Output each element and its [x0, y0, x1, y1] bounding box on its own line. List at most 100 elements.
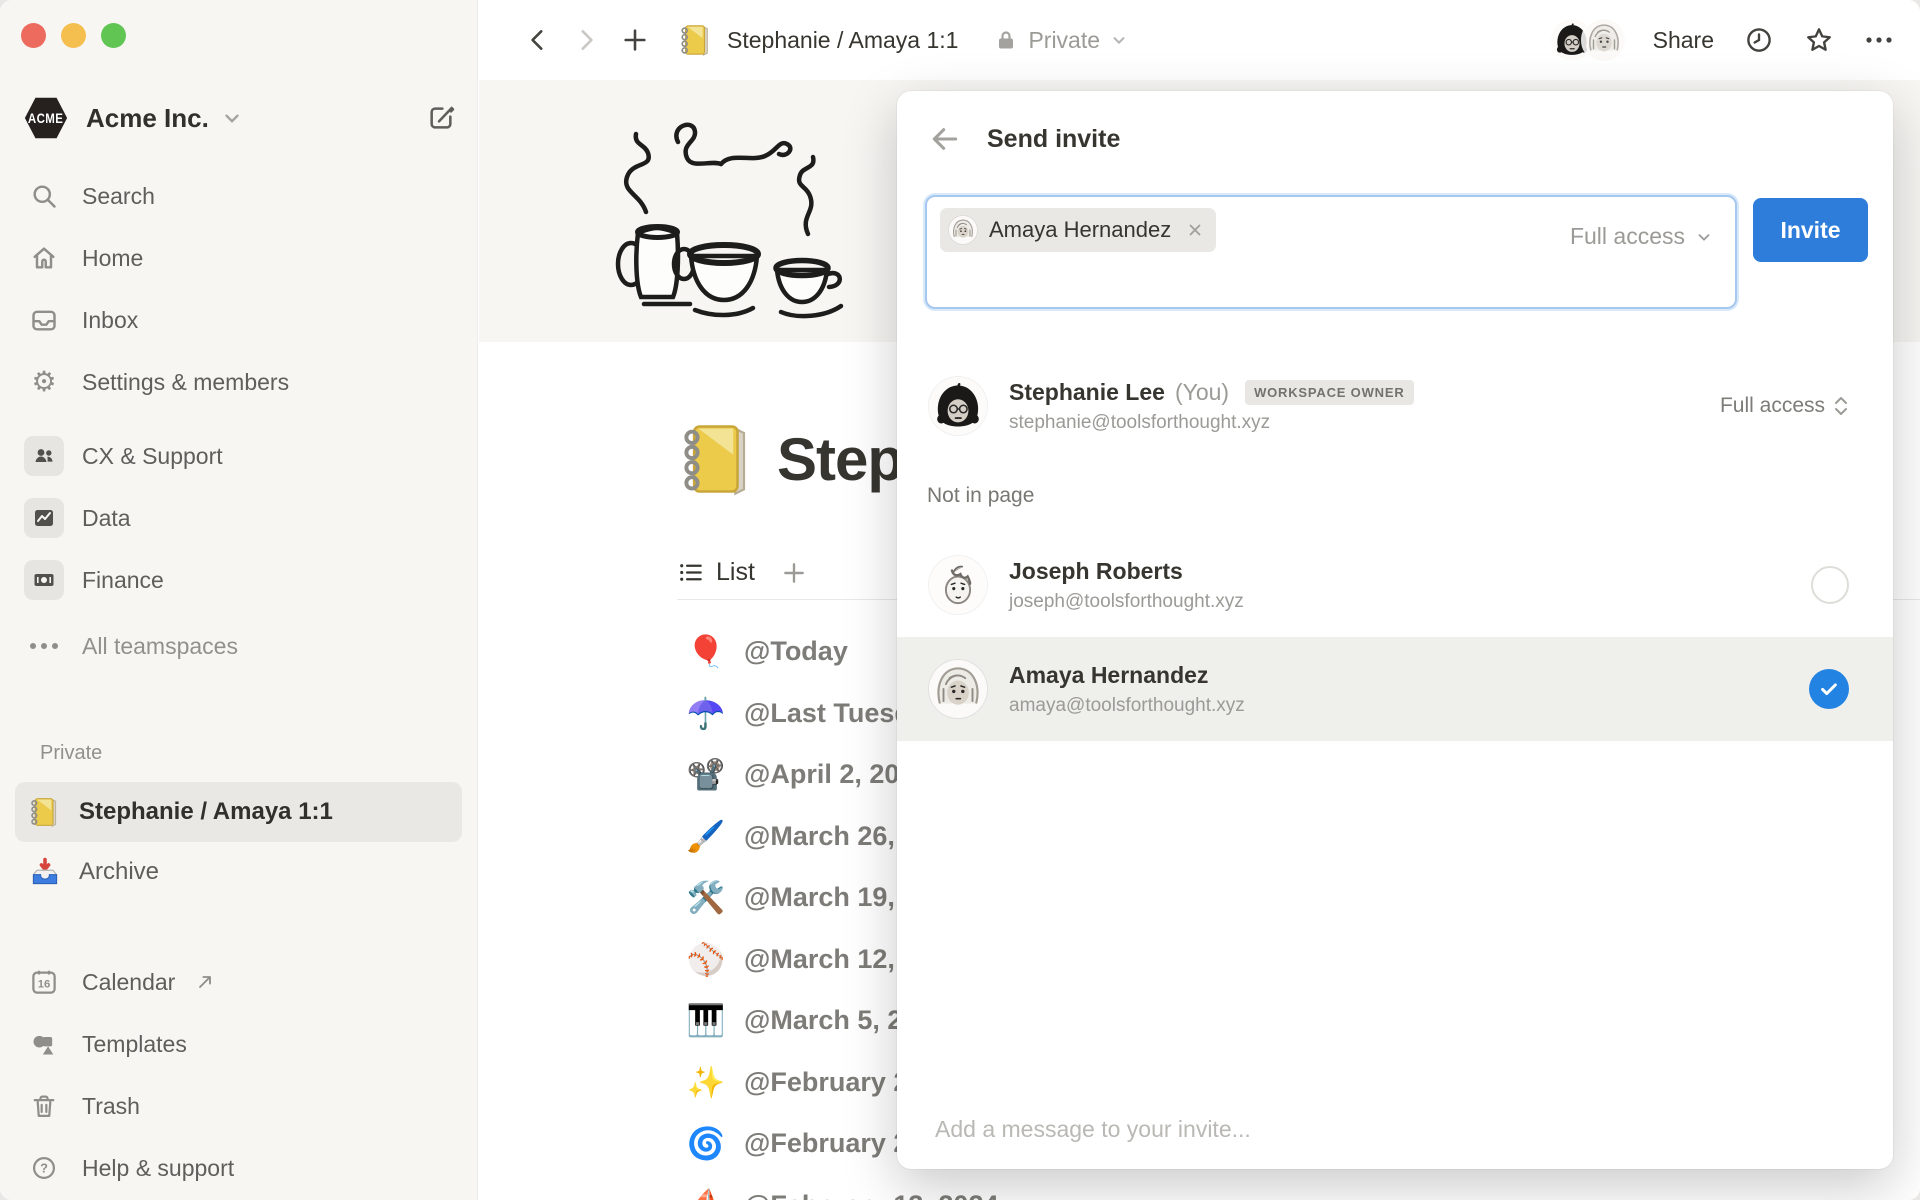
sidebar-item-help[interactable]: ? Help & support [0, 1137, 477, 1199]
sidebar-item-data[interactable]: Data [0, 487, 477, 549]
member-name: Stephanie Lee [1009, 378, 1165, 405]
cyclone-emoji: 🌀 [686, 1126, 726, 1162]
sidebar-item-label: Trash [82, 1092, 140, 1119]
tab-label: List [716, 558, 755, 586]
breadcrumb[interactable]: Stephanie / Amaya 1:1 [679, 23, 958, 57]
sidebar-item-settings[interactable]: ⚙ Settings & members [0, 351, 477, 413]
close-window-button[interactable] [21, 23, 46, 48]
sidebar-item-stephanie-amaya[interactable]: Stephanie / Amaya 1:1 [15, 782, 462, 842]
chart-icon [24, 498, 64, 538]
person-row-joseph[interactable]: Joseph Roberts joseph@toolsforthought.xy… [897, 533, 1893, 637]
sidebar-teamspaces: CX & Support Data Finance [0, 425, 477, 611]
sidebar-item-home[interactable]: Home [0, 227, 477, 289]
updates-clock-button[interactable] [1744, 25, 1774, 55]
sidebar-item-calendar[interactable]: 16 Calendar [0, 951, 477, 1013]
lock-icon [994, 28, 1018, 52]
member-access-dropdown[interactable]: Full access [1720, 394, 1849, 418]
templates-icon [24, 1030, 64, 1058]
person-email: amaya@toolsforthought.xyz [1009, 694, 1245, 716]
home-icon [24, 244, 64, 272]
sidebar-footer: 16 Calendar Templates Trash ? Help & sup… [0, 951, 477, 1199]
invite-message-input[interactable]: Add a message to your invite... [935, 1116, 1251, 1143]
sidebar-item-cx-support[interactable]: CX & Support [0, 425, 477, 487]
sidebar-item-label: Settings & members [82, 368, 290, 395]
remove-chip-icon[interactable] [1186, 221, 1204, 239]
minimize-window-button[interactable] [61, 23, 86, 48]
select-person-radio[interactable] [1811, 566, 1849, 604]
sidebar-item-trash[interactable]: Trash [0, 1075, 477, 1137]
calendar-icon: 16 [24, 967, 64, 997]
piano-emoji: 🎹 [686, 1003, 726, 1039]
paintbrush-emoji: 🖌️ [686, 818, 726, 854]
send-invite-modal: Send invite Amaya Hernandez Full access … [897, 91, 1893, 1169]
more-options-button[interactable] [1864, 35, 1894, 45]
back-button[interactable] [525, 27, 551, 53]
sidebar-item-finance[interactable]: Finance [0, 549, 477, 611]
sidebar-item-label: Inbox [82, 306, 139, 333]
tab-list-view[interactable]: List [677, 558, 755, 587]
coffee-cups-doodle [615, 122, 844, 319]
workspace-owner-badge: WORKSPACE OWNER [1245, 379, 1414, 405]
umbrella-emoji: ☂️ [686, 695, 726, 731]
access-level-dropdown[interactable]: Full access [1570, 223, 1713, 250]
people-icon [24, 436, 64, 476]
favorite-star-button[interactable] [1804, 25, 1834, 55]
page-viewers[interactable] [1548, 17, 1627, 63]
invite-button[interactable]: Invite [1753, 198, 1868, 262]
add-view-button[interactable] [781, 560, 807, 586]
sparkles-emoji: ✨ [686, 1064, 726, 1100]
sidebar-item-templates[interactable]: Templates [0, 1013, 477, 1075]
list-view-icon [677, 559, 704, 586]
chevron-down-icon [221, 107, 243, 129]
sidebar-main-menu: Search Home Inbox ⚙ Settings & members [0, 165, 477, 413]
avatar-amaya [1580, 17, 1627, 63]
person-row-amaya[interactable]: Amaya Hernandez amaya@toolsforthought.xy… [897, 637, 1893, 741]
chevron-down-icon [1110, 31, 1128, 49]
sidebar-item-search[interactable]: Search [0, 165, 477, 227]
list-item[interactable]: ⛵@February 13, 2024 [684, 1175, 1920, 1200]
help-icon: ? [24, 1154, 64, 1182]
sidebar-item-all-teamspaces[interactable]: All teamspaces [0, 615, 477, 677]
add-page-icon[interactable] [621, 26, 649, 54]
back-arrow-icon[interactable] [929, 123, 961, 155]
invitee-input[interactable]: Amaya Hernandez Full access [925, 195, 1737, 309]
person-name: Amaya Hernandez [1009, 661, 1209, 688]
external-link-icon [195, 972, 215, 992]
share-button[interactable]: Share [1653, 27, 1714, 54]
member-you-label: (You) [1174, 378, 1230, 405]
breadcrumb-title: Stephanie / Amaya 1:1 [727, 26, 959, 53]
banknote-icon [24, 560, 64, 600]
person-email: joseph@toolsforthought.xyz [1009, 590, 1244, 612]
gear-icon: ⚙ [31, 366, 57, 397]
private-section-header: Private [40, 742, 103, 764]
modal-title: Send invite [987, 124, 1121, 153]
page-icon[interactable] [679, 420, 757, 498]
topbar: Stephanie / Amaya 1:1 Private Share [479, 0, 1920, 80]
projector-emoji: 📽️ [686, 757, 726, 793]
forward-button[interactable] [573, 27, 599, 53]
not-in-page-header: Not in page [927, 484, 1035, 507]
sidebar-item-label: All teamspaces [82, 632, 238, 659]
sidebar-item-label: Help & support [82, 1154, 235, 1181]
sidebar-item-label: Archive [79, 858, 160, 885]
workspace-switcher[interactable]: ACME Acme Inc. [24, 96, 425, 140]
sidebar-item-inbox[interactable]: Inbox [0, 289, 477, 351]
privacy-label: Private [1028, 26, 1101, 53]
sidebar-private-items: Stephanie / Amaya 1:1 Archive [0, 782, 477, 902]
zoom-window-button[interactable] [101, 23, 126, 48]
selected-check-icon[interactable] [1809, 669, 1849, 709]
workspace-logo: ACME [24, 97, 68, 139]
notebook-emoji [679, 23, 713, 57]
new-page-button[interactable] [425, 102, 457, 134]
svg-text:16: 16 [38, 979, 51, 991]
search-icon [24, 182, 64, 210]
privacy-selector[interactable]: Private [994, 27, 1128, 54]
sidebar-item-label: CX & Support [82, 442, 223, 469]
sidebar-item-label: Finance [82, 566, 164, 593]
invitee-chip[interactable]: Amaya Hernandez [940, 208, 1217, 252]
inbox-icon [24, 306, 64, 334]
sidebar-item-label: Calendar [82, 968, 176, 995]
chip-name: Amaya Hernandez [989, 217, 1172, 242]
sidebar-item-archive[interactable]: Archive [15, 842, 462, 902]
baseball-emoji: ⚾ [686, 941, 726, 977]
